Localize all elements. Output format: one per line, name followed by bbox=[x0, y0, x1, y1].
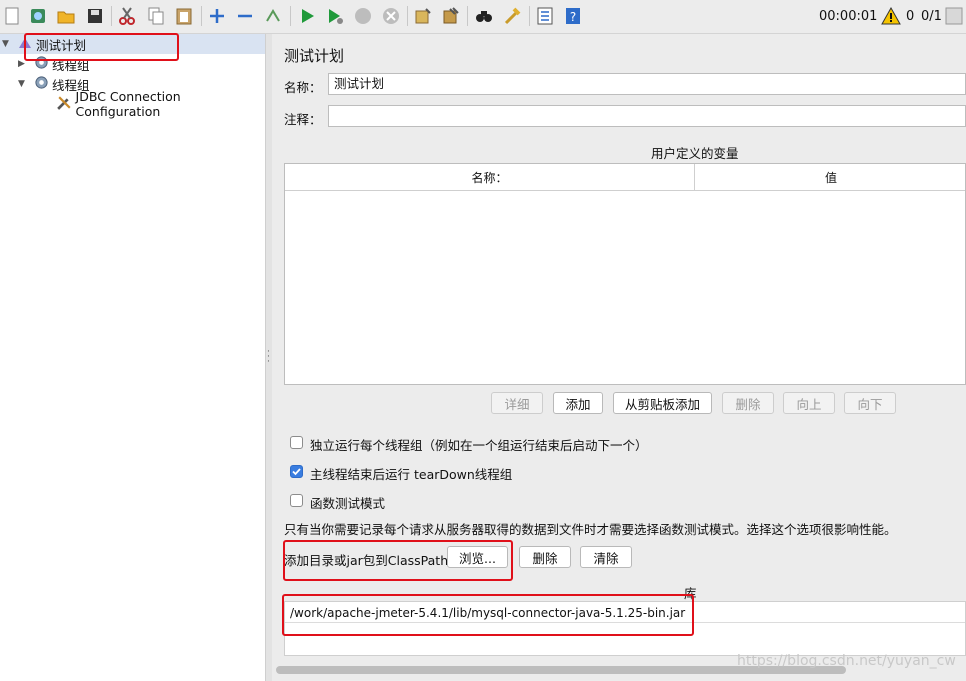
comment-label: 注释： bbox=[284, 112, 322, 127]
save-icon[interactable] bbox=[84, 5, 106, 27]
move-up-button[interactable]: 向上 bbox=[783, 392, 835, 414]
start-icon[interactable] bbox=[296, 5, 318, 27]
new-icon[interactable] bbox=[1, 5, 23, 27]
toolbar: ? 00:00:01 0 0/1 bbox=[0, 0, 966, 34]
start-no-pause-icon[interactable] bbox=[324, 5, 346, 27]
comment-field[interactable] bbox=[328, 105, 966, 127]
status-indicator bbox=[945, 7, 963, 25]
collapse-icon[interactable] bbox=[234, 5, 256, 27]
cut-icon[interactable] bbox=[116, 5, 138, 27]
shutdown-icon[interactable] bbox=[380, 5, 402, 27]
paste-icon[interactable] bbox=[173, 5, 195, 27]
check-mark-icon bbox=[292, 468, 301, 476]
page-title: 测试计划 bbox=[284, 47, 345, 65]
serial-threadgroups-checkbox[interactable] bbox=[290, 436, 303, 449]
watermark: https://blog.csdn.net/yuyan_cw bbox=[737, 653, 956, 669]
classpath-clear-button[interactable]: 清除 bbox=[580, 546, 632, 568]
name-field[interactable]: 测试计划 bbox=[328, 73, 966, 95]
wrench-icon bbox=[56, 94, 76, 114]
tree-expand-icon[interactable]: ▼ bbox=[18, 79, 30, 89]
user-vars-title: 用户定义的变量 bbox=[651, 146, 739, 161]
detail-button[interactable]: 详细 bbox=[491, 392, 543, 414]
stop-icon[interactable] bbox=[352, 5, 374, 27]
clear-icon[interactable] bbox=[412, 5, 434, 27]
highlight-test-plan bbox=[24, 33, 179, 61]
add-button[interactable]: 添加 bbox=[553, 392, 603, 414]
reset-search-icon[interactable] bbox=[501, 5, 523, 27]
name-label: 名称： bbox=[284, 80, 322, 95]
templates-icon[interactable] bbox=[27, 5, 49, 27]
functional-mode-label: 函数测试模式 bbox=[310, 496, 386, 511]
expand-icon[interactable] bbox=[206, 5, 228, 27]
teardown-checkbox[interactable] bbox=[290, 465, 303, 478]
tree-expand-icon[interactable]: ▼ bbox=[2, 39, 14, 49]
move-down-button[interactable]: 向下 bbox=[844, 392, 896, 414]
thread-count: 0/1 bbox=[921, 9, 942, 24]
test-plan-editor: 测试计划 名称： 测试计划 注释： 用户定义的变量 名称： 值 详细 添加 从剪… bbox=[272, 34, 966, 681]
table-header: 名称： 值 bbox=[285, 164, 965, 191]
classpath-delete-button[interactable]: 删除 bbox=[519, 546, 571, 568]
tree-item-label: JDBC Connection Configuration bbox=[75, 89, 181, 119]
svg-text:?: ? bbox=[570, 10, 576, 24]
warning-icon[interactable] bbox=[881, 6, 901, 25]
help-icon[interactable]: ? bbox=[562, 5, 584, 27]
highlight-classpath bbox=[283, 540, 513, 581]
warning-count: 0 bbox=[906, 9, 915, 24]
toggle-icon[interactable] bbox=[262, 5, 284, 27]
tree-panel: ▼ 测试计划 ▶ 线程组 ▼ 线程组 JDBC Connection Confi… bbox=[0, 34, 265, 681]
gear-icon bbox=[34, 75, 52, 93]
add-from-clipboard-button[interactable]: 从剪贴板添加 bbox=[613, 392, 712, 414]
column-value[interactable]: 值 bbox=[695, 164, 966, 190]
elapsed-timer: 00:00:01 bbox=[819, 9, 878, 24]
functional-mode-note: 只有当你需要记录每个请求从服务器取得的数据到文件时才需要选择函数测试模式。选择这… bbox=[284, 522, 897, 537]
user-vars-table[interactable]: 名称： 值 bbox=[284, 163, 966, 385]
function-helper-icon[interactable] bbox=[534, 5, 556, 27]
functional-mode-checkbox[interactable] bbox=[290, 494, 303, 507]
column-name[interactable]: 名称： bbox=[285, 164, 695, 190]
highlight-jar-entry bbox=[282, 594, 694, 636]
open-icon[interactable] bbox=[55, 5, 77, 27]
clear-all-icon[interactable] bbox=[440, 5, 462, 27]
delete-var-button[interactable]: 删除 bbox=[722, 392, 774, 414]
teardown-label: 主线程结束后运行 tearDown线程组 bbox=[310, 467, 513, 482]
tree-item-jdbc-config[interactable]: JDBC Connection Configuration bbox=[56, 89, 265, 119]
copy-icon[interactable] bbox=[145, 5, 167, 27]
search-icon[interactable] bbox=[473, 5, 495, 27]
serial-threadgroups-label: 独立运行每个线程组（例如在一个组运行结束后启动下一个） bbox=[310, 438, 648, 453]
